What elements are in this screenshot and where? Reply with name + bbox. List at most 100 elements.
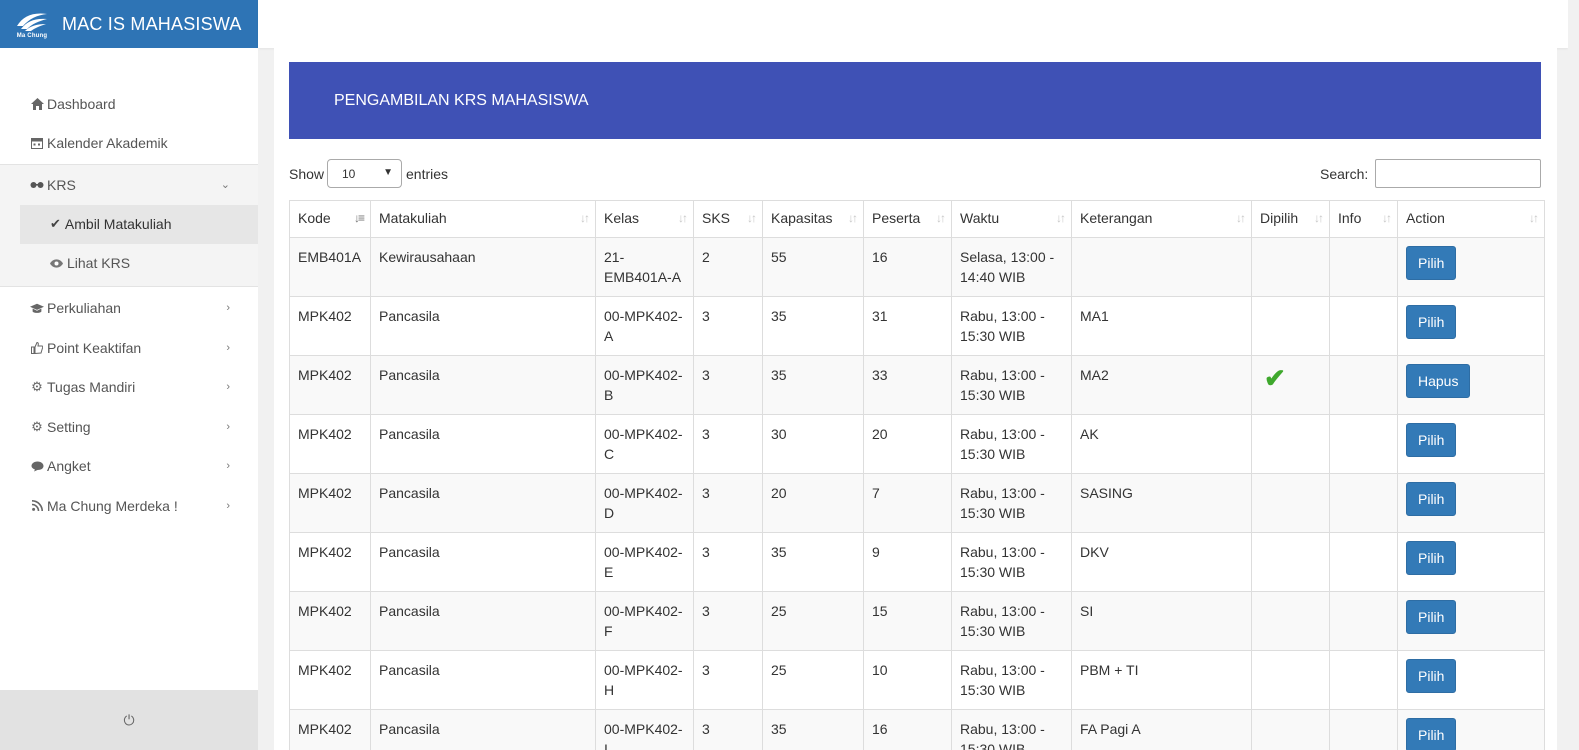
hapus-button[interactable]: Hapus [1406,364,1471,398]
col-header-waktu[interactable]: Waktu ↓↑ [951,200,1072,238]
cell-keterangan: AK [1071,414,1252,474]
cell-dipilih [1251,414,1330,474]
cell-keterangan: MA2 [1071,355,1252,415]
cell-kelas: 21-EMB401A-A [595,237,694,297]
cell-keterangan: PBM + TI [1071,650,1252,710]
cell-kelas: 00-MPK402-B [595,355,694,415]
cell-matakuliah: Pancasila [370,414,596,474]
sort-icon: ↓↑ [580,211,590,225]
cell-dipilih [1251,237,1330,297]
show-label: Show [289,166,325,182]
pilih-button[interactable]: Pilih [1406,541,1457,575]
table-body: EMB401A Kewirausahaan 21-EMB401A-A 2 55 16 Sel… [289,237,1545,750]
table-header-row: Kode ↓≡ Matakuliah ↓↑ Kelas ↓↑ SKS ↓↑ Kapasi… [289,200,1545,238]
cell-peserta: 16 [863,237,952,297]
chevron-right-icon: › [226,460,230,473]
pilih-button[interactable]: Pilih [1406,600,1457,634]
col-header-peserta[interactable]: Peserta ↓↑ [863,200,952,238]
pilih-button[interactable]: Pilih [1406,482,1457,516]
cell-waktu: Rabu, 13:00 - 15:30 WIB [951,296,1072,356]
cell-keterangan: SASING [1071,473,1252,533]
logo-text: Ma Chung [16,32,48,39]
sidebar-item-krs[interactable]: KRS ⌄ [0,165,258,205]
sort-icon: ↓↑ [1236,211,1246,225]
col-header-matakuliah[interactable]: Matakuliah ↓↑ [370,200,596,238]
cell-waktu: Rabu, 13:00 - 15:30 WIB [951,473,1072,533]
cell-action: Pilih [1397,473,1545,533]
logout-button[interactable]: ⏻ [0,690,258,750]
cell-sks: 3 [693,414,763,474]
cell-kelas: 00-MPK402-H [595,650,694,710]
calendar-icon [30,137,44,150]
col-header-info[interactable]: Info ↓↑ [1329,200,1398,238]
col-header-kode[interactable]: Kode ↓≡ [289,200,371,238]
col-header-kelas[interactable]: Kelas ↓↑ [595,200,694,238]
krs-table: Kode ↓≡ Matakuliah ↓↑ Kelas ↓↑ SKS ↓↑ Kapasi… [289,200,1545,750]
chevron-down-icon: ▼ [383,167,393,178]
cell-matakuliah: Pancasila [370,591,596,651]
cell-info [1329,355,1398,415]
cell-keterangan: MA1 [1071,296,1252,356]
brand-header[interactable]: Ma Chung MAC IS MAHASISWA [0,0,258,48]
check-icon: ✔ [50,216,61,231]
sidebar-item-ma-chung-merdeka[interactable]: Ma Chung Merdeka ! › [0,486,258,526]
cell-kapasitas: 30 [762,414,864,474]
cell-keterangan: SI [1071,591,1252,651]
cell-sks: 3 [693,473,763,533]
cell-kelas: 00-MPK402-C [595,414,694,474]
sidebar-item-point-keaktifan[interactable]: Point Keaktifan › [0,328,258,368]
sidebar-item-setting[interactable]: ⚙ Setting › [0,407,258,447]
cell-peserta: 10 [863,650,952,710]
sort-asc-icon: ↓≡ [353,211,365,225]
sidebar-item-tugas-mandiri[interactable]: ⚙ Tugas Mandiri › [0,368,258,408]
gear-icon: ⚙ [31,379,43,395]
cell-peserta: 20 [863,414,952,474]
cell-sks: 3 [693,532,763,592]
pilih-button[interactable]: Pilih [1406,246,1457,280]
col-header-action[interactable]: Action ↓↑ [1397,200,1545,238]
entries-select[interactable]: 10 ▼ [327,159,402,188]
col-header-keterangan[interactable]: Keterangan ↓↑ [1071,200,1252,238]
pilih-button[interactable]: Pilih [1406,718,1457,750]
col-header-sks[interactable]: SKS ↓↑ [693,200,763,238]
sort-icon: ↓↑ [1529,211,1539,225]
chevron-right-icon: › [226,302,230,315]
cell-kapasitas: 35 [762,355,864,415]
table-row: MPK402 Pancasila 00-MPK402-A 3 35 31 Rabu, 13:… [289,296,1545,356]
cell-dipilih [1251,709,1330,750]
sort-icon: ↓↑ [848,211,858,225]
cell-kode: EMB401A [289,237,371,297]
sidebar-item-angket[interactable]: Angket › [0,447,258,487]
sidebar-item-dashboard[interactable]: Dashboard [0,84,258,124]
search-input[interactable] [1375,159,1541,188]
sort-icon: ↓↑ [678,211,688,225]
cell-kelas: 00-MPK402-I [595,709,694,750]
col-header-dipilih[interactable]: Dipilih ↓↑ [1251,200,1330,238]
cell-kode: MPK402 [289,414,371,474]
selected-check-icon: ✔ [1264,363,1286,393]
col-header-kapasitas[interactable]: Kapasitas ↓↑ [762,200,864,238]
cell-kelas: 00-MPK402-E [595,532,694,592]
sidebar-item-lihat-krs[interactable]: Lihat KRS [0,244,258,283]
cell-matakuliah: Pancasila [370,296,596,356]
table-row: MPK402 Pancasila 00-MPK402-B 3 35 33 Rabu, 13:… [289,355,1545,415]
sidebar: Ma Chung MAC IS MAHASISWA Dashboard Kale… [0,0,258,750]
cell-kapasitas: 35 [762,296,864,356]
power-icon: ⏻ [123,711,135,728]
cell-info [1329,591,1398,651]
pilih-button[interactable]: Pilih [1406,659,1457,693]
sidebar-item-perkuliahan[interactable]: Perkuliahan › [0,289,258,329]
sidebar-item-ambil-matakuliah[interactable]: ✔ Ambil Matakuliah [20,204,258,244]
sidebar-item-label: Lihat KRS [67,255,131,271]
cell-action: Pilih [1397,709,1545,750]
cell-info [1329,650,1398,710]
sidebar-item-label: Point Keaktifan [47,339,142,356]
pilih-button[interactable]: Pilih [1406,305,1457,339]
page-scrollbar[interactable] [1568,0,1579,750]
university-logo: Ma Chung [14,7,50,41]
sidebar-item-label: Angket [47,458,91,475]
pilih-button[interactable]: Pilih [1406,423,1457,457]
entries-label: entries [406,166,449,182]
sidebar-item-kalender-akademik[interactable]: Kalender Akademik [0,124,258,164]
cell-kapasitas: 35 [762,532,864,592]
